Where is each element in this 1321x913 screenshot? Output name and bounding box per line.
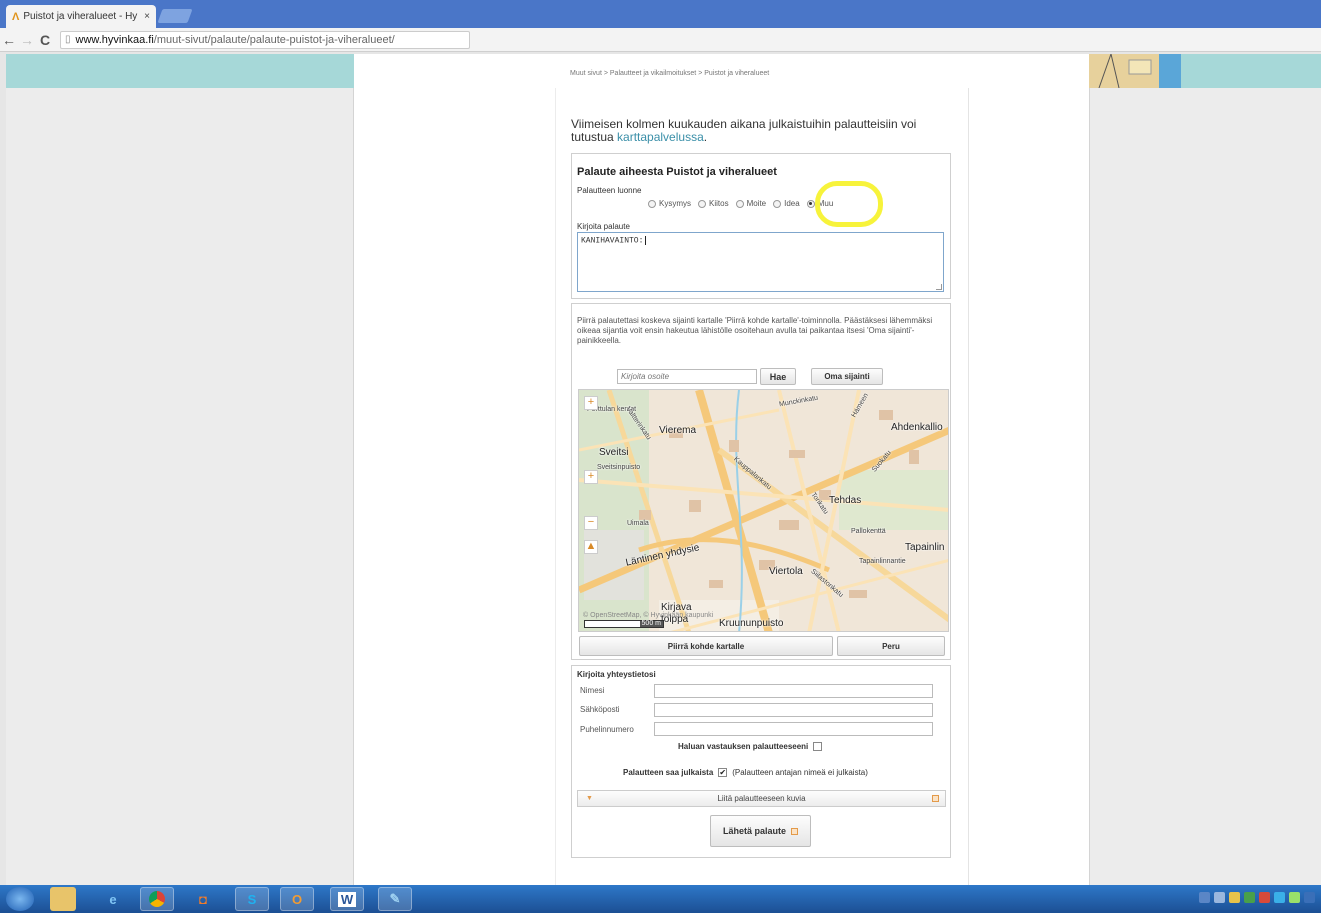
map-instructions: Piirrä palautettasi koskeva sijainti kar…: [577, 316, 933, 345]
radio-idea[interactable]: Idea: [773, 199, 800, 208]
image-icon: [932, 795, 939, 802]
site-favicon-icon: Λ: [12, 10, 20, 23]
intro-text: Viimeisen kolmen kuukauden aikana julkai…: [571, 117, 917, 144]
right-sidebar: [1089, 88, 1321, 885]
address-toolbar: ← → C ▯ www.hyvinkaa.fi /muut-sivut/pala…: [0, 28, 1321, 52]
feedback-textarea[interactable]: KANIHAVAINTO:: [577, 232, 944, 292]
tray-app-icon[interactable]: [1244, 892, 1255, 903]
content-divider-right: [968, 88, 969, 885]
contact-title: Kirjoita yhteystietosi: [577, 670, 656, 679]
outlook-icon[interactable]: O: [280, 887, 314, 911]
left-sidebar: [6, 88, 354, 885]
tray-keyboard-icon[interactable]: [1214, 892, 1225, 903]
expand-arrow-icon: ▼: [586, 795, 593, 802]
map-view[interactable]: Perttulan kentat Vierema Ahdenkallio Sve…: [578, 389, 949, 632]
tray-security-icon[interactable]: [1229, 892, 1240, 903]
feedback-label: Kirjoita palaute: [577, 222, 630, 231]
url-domain: www.hyvinkaa.fi: [75, 33, 154, 46]
tray-language-icon[interactable]: [1199, 892, 1210, 903]
system-tray: [1195, 892, 1315, 903]
tab-title: Puistot ja viheralueet - Hy: [23, 11, 138, 22]
map-label-sveitsinpuisto: Sveitsinpuisto: [597, 464, 641, 471]
windows-taskbar: e ◘ S O W ✎: [0, 885, 1321, 913]
skype-icon[interactable]: S: [235, 887, 269, 911]
map-label-tehdas: Tehdas: [829, 495, 862, 506]
send-icon: [791, 827, 799, 835]
nature-label: Palautteen luonne: [577, 186, 642, 195]
map-label-pallokentta: Pallokenttä: [851, 528, 886, 535]
map-label-vierema: Vierema: [659, 425, 697, 436]
header-map-thumbnail: [1089, 54, 1181, 88]
tray-notify-icon[interactable]: [1304, 892, 1315, 903]
name-field[interactable]: [654, 684, 933, 698]
publish-checkbox[interactable]: ✔: [718, 768, 728, 777]
internet-explorer-icon[interactable]: e: [100, 887, 126, 911]
resize-grip-icon[interactable]: [936, 284, 942, 290]
content-divider-left: [555, 88, 556, 885]
chrome-icon[interactable]: [140, 887, 174, 911]
reload-icon[interactable]: C: [36, 32, 54, 48]
url-path: /muut-sivut/palaute/palaute-puistot-ja-v…: [153, 33, 395, 46]
map-zoom-in-button[interactable]: +: [584, 396, 598, 410]
publish-checkbox-row: Palautteen saa julkaista ✔ (Palautteen a…: [623, 768, 868, 777]
attach-images-bar[interactable]: ▼ Liitä palautteeseen kuvia: [577, 790, 946, 807]
map-label-viertola: Viertola: [769, 566, 803, 577]
address-search-input[interactable]: [617, 369, 757, 384]
publish-note: (Palautteen antajan nimeä ei julkaista): [732, 768, 868, 777]
form-title: Palaute aiheesta Puistot ja viheralueet: [577, 166, 777, 178]
browser-tab[interactable]: Λ Puistot ja viheralueet - Hy ×: [6, 5, 156, 28]
browser-tabbar: Λ Puistot ja viheralueet - Hy ×: [0, 0, 1321, 28]
map-label-sveitsi: Sveitsi: [599, 447, 629, 458]
start-button[interactable]: [6, 887, 34, 911]
tray-alert-icon[interactable]: [1259, 892, 1270, 903]
search-button[interactable]: Hae: [760, 368, 796, 385]
new-tab-button[interactable]: [157, 9, 193, 23]
email-label: Sähköposti: [580, 705, 620, 714]
draw-on-map-button[interactable]: Piirrä kohde kartalle: [579, 636, 833, 656]
file-explorer-icon[interactable]: [50, 887, 76, 911]
word-icon[interactable]: W: [330, 887, 364, 911]
radio-kiitos[interactable]: Kiitos: [698, 199, 729, 208]
phone-label: Puhelinnumero: [580, 725, 634, 734]
reply-checkbox[interactable]: [813, 742, 823, 751]
forward-arrow-icon[interactable]: →: [18, 32, 36, 48]
page-icon: ▯: [65, 34, 71, 45]
map-pan-handle-icon[interactable]: +: [584, 470, 598, 484]
app-icon[interactable]: ◘: [190, 887, 216, 911]
yellow-highlight-circle: [815, 181, 883, 227]
tray-volume-icon[interactable]: [1289, 892, 1300, 903]
map-layers-icon[interactable]: ▲: [584, 540, 598, 554]
header-band-left: [6, 54, 354, 88]
paint-icon[interactable]: ✎: [378, 887, 412, 911]
breadcrumb[interactable]: Muut sivut > Palautteet ja vikailmoituks…: [570, 70, 769, 77]
reply-checkbox-row: Haluan vastauksen palautteeseeni: [678, 742, 823, 751]
map-label-uimala: Uimala: [627, 520, 649, 527]
phone-field[interactable]: [654, 722, 933, 736]
map-label-kruununpuisto: Kruununpuisto: [719, 618, 784, 629]
text-caret: [645, 236, 647, 245]
name-label: Nimesi: [580, 686, 605, 695]
url-bar[interactable]: ▯ www.hyvinkaa.fi /muut-sivut/palaute/pa…: [60, 30, 470, 49]
map-service-link[interactable]: karttapalvelussa: [617, 130, 704, 144]
send-feedback-button[interactable]: Lähetä palaute: [710, 815, 811, 847]
map-label-tapainlinna: Tapainlin: [905, 542, 945, 553]
own-location-button[interactable]: Oma sijainti: [811, 368, 883, 385]
cancel-draw-button[interactable]: Peru: [837, 636, 945, 656]
tab-close-icon[interactable]: ×: [144, 11, 150, 22]
map-zoom-out-button[interactable]: −: [584, 516, 598, 530]
radio-kysymys[interactable]: Kysymys: [648, 199, 691, 208]
back-arrow-icon[interactable]: ←: [0, 32, 18, 48]
radio-moite[interactable]: Moite: [735, 199, 766, 208]
map-scale-bar: 500 m: [584, 620, 664, 628]
email-field[interactable]: [654, 703, 933, 717]
map-label-ahdenkallio: Ahdenkallio: [891, 422, 943, 433]
tray-network-icon[interactable]: [1274, 892, 1285, 903]
nature-radio-group: Kysymys Kiitos Moite Idea Muu: [648, 199, 840, 208]
map-attribution: © OpenStreetMap, © Hyvinkään kaupunki: [583, 612, 714, 619]
map-label-tapainlinnantie: Tapainlinnantie: [859, 558, 906, 565]
